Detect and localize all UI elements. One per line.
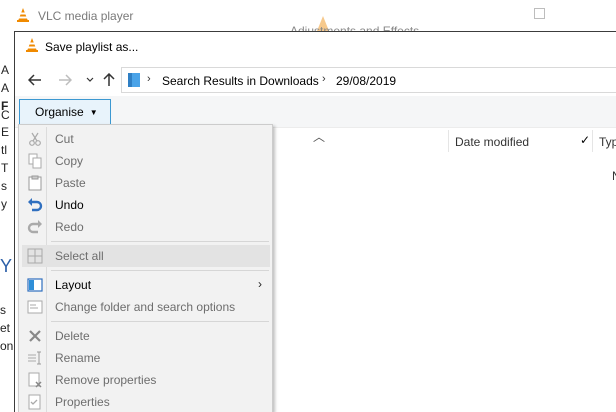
background-text: A [1,63,10,77]
background-text: s [0,303,6,317]
menu-item-copy[interactable]: Copy [22,150,270,172]
organise-button[interactable]: Organise ▼ [19,99,111,125]
vlc-cone-icon [17,8,29,22]
menu-separator [51,241,269,242]
copy-icon [28,153,42,169]
column-divider[interactable] [592,130,593,152]
menu-item-folder-options[interactable]: Change folder and search options [22,296,270,318]
folder-options-icon [27,300,43,314]
menu-item-redo[interactable]: Redo [22,216,270,238]
menu-item-label: Change folder and search options [55,300,236,314]
organise-label: Organise [35,105,84,119]
background-heading: Y [0,256,13,276]
up-button[interactable] [101,72,117,88]
paste-icon [28,175,42,191]
scissors-icon [29,132,41,146]
back-button[interactable] [27,72,43,88]
menu-item-label: Redo [55,220,84,234]
search-folder-icon [128,73,140,87]
menu-separator [51,321,269,322]
menu-item-label: Select all [55,249,104,263]
navigation-bar: › Search Results in Downloads › 29/08/20… [15,65,616,95]
chevron-down-icon [86,77,94,82]
select-all-icon [27,248,43,264]
background-text: s [1,179,7,193]
dialog-title: Save playlist as... [45,40,139,54]
undo-icon [28,198,43,212]
rename-icon [28,351,41,365]
organise-menu: Cut Copy Paste Undo Redo Select all Layo… [18,124,273,412]
column-divider[interactable] [448,130,449,152]
column-date-modified[interactable]: Date modified [455,135,529,149]
forward-arrow-icon [59,74,72,86]
background-text: C [1,108,10,122]
menu-item-label: Remove properties [55,373,157,387]
redo-icon [27,220,42,234]
remove-properties-icon [28,372,42,388]
background-text: on [0,339,14,353]
breadcrumb-search-results[interactable]: Search Results in Downloads [162,74,319,88]
truncated-cell-text: N [612,169,616,183]
delete-icon [29,330,41,342]
breadcrumb-separator-icon: › [322,73,326,85]
menu-item-label: Layout [55,278,92,292]
menu-item-paste[interactable]: Paste [22,172,270,194]
menu-item-label: Paste [55,176,86,190]
background-text: tl [1,143,7,157]
background-text: et [0,321,11,335]
sort-up-icon: ︿ [313,130,326,144]
submenu-arrow-icon: › [258,277,262,291]
menu-item-undo[interactable]: Undo [22,194,270,216]
address-bar[interactable]: › Search Results in Downloads › 29/08/20… [121,67,616,93]
back-arrow-icon [28,74,41,86]
menu-item-properties[interactable]: Properties [22,391,270,412]
breadcrumb-separator-icon: › [147,73,151,85]
background-text: E [1,125,10,139]
vlc-background-panel: A A F C E tl T s y s et on [0,55,14,412]
recent-locations-button[interactable] [82,72,98,88]
background-text: y [1,197,7,211]
up-arrow-icon [103,73,115,86]
menu-item-label: Rename [55,351,101,365]
breadcrumb-date[interactable]: 29/08/2019 [336,74,396,88]
background-text: A [1,81,10,95]
properties-icon [28,394,41,410]
menu-item-cut[interactable]: Cut [22,128,270,150]
vlc-window-title: VLC media player [38,9,134,23]
menu-item-delete[interactable]: Delete [22,325,270,347]
background-text: T [1,161,9,175]
menu-item-select-all[interactable]: Select all [22,245,270,267]
forward-button[interactable] [57,72,73,88]
vlc-cone-icon [26,38,38,52]
caret-down-icon: ▼ [89,107,98,117]
vlc-maximize-button[interactable] [534,8,545,19]
menu-item-label: Copy [55,154,84,168]
column-type[interactable]: Typ [599,135,616,149]
menu-separator [51,270,269,271]
column-check-icon[interactable]: ✓ [580,133,590,147]
menu-item-layout[interactable]: Layout › [22,274,270,296]
layout-icon [27,278,43,292]
menu-item-remove-properties[interactable]: Remove properties [22,369,270,391]
menu-item-rename[interactable]: Rename [22,347,270,369]
menu-item-label: Undo [55,198,84,212]
menu-item-label: Cut [55,132,74,146]
menu-item-label: Properties [55,395,110,409]
menu-item-label: Delete [55,329,90,343]
